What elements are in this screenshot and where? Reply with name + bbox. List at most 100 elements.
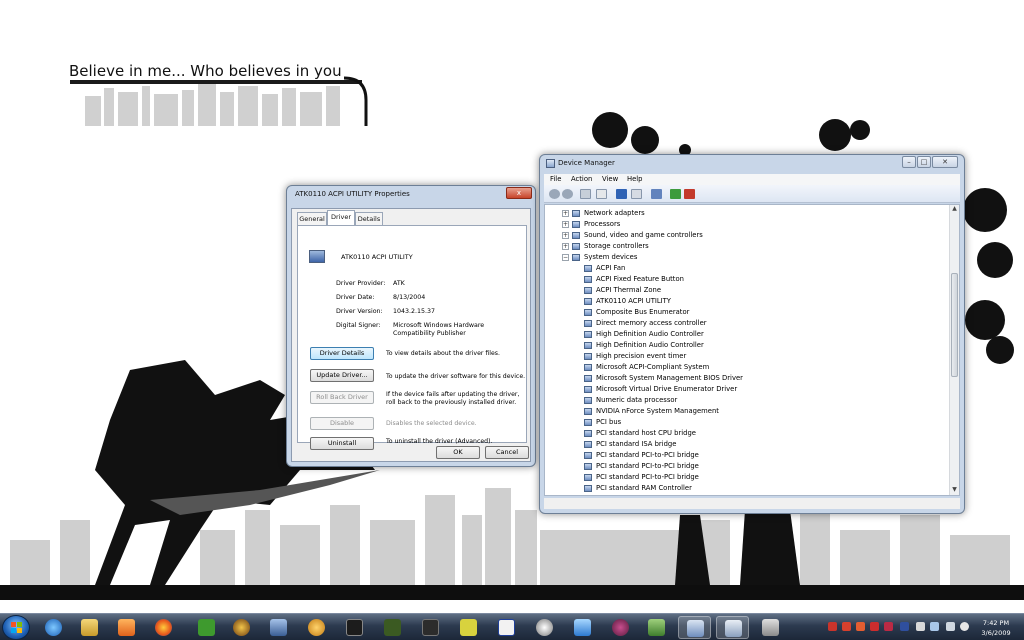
utorrent-icon (198, 619, 215, 636)
driver-date-label: Driver Date: (336, 294, 375, 301)
properties-icon[interactable] (580, 189, 591, 199)
tray-icon[interactable] (930, 622, 939, 631)
disable-button[interactable]: Disable (310, 417, 374, 430)
tray-icon[interactable] (916, 622, 925, 631)
taskbar-windows-explorer[interactable] (73, 616, 106, 639)
digital-signer-label: Digital Signer: (336, 322, 381, 329)
expand-icon[interactable]: + (562, 232, 569, 239)
device-label: ACPI Fan (596, 264, 626, 272)
taskbar-messenger[interactable] (300, 616, 333, 639)
clock-time[interactable]: 7:42 PM (972, 619, 1020, 627)
tray-icon[interactable] (856, 622, 865, 631)
taskbar-utorrent[interactable] (190, 616, 223, 639)
taskbar-game-3[interactable] (452, 616, 485, 639)
taskbar-settings[interactable] (528, 616, 561, 639)
menu-file[interactable]: File (550, 175, 561, 183)
game-icon (384, 619, 401, 636)
view-icon[interactable] (631, 189, 642, 199)
category-label: Network adapters (584, 209, 645, 217)
taskbar-game-1[interactable] (376, 616, 409, 639)
update-driver-description: To update the driver software for this d… (386, 373, 526, 380)
expand-icon[interactable]: + (562, 210, 569, 217)
device-icon (584, 419, 592, 426)
start-button[interactable] (2, 615, 30, 640)
taskbar-network[interactable] (262, 616, 295, 639)
menu-view[interactable]: View (602, 175, 618, 183)
device-label: ACPI Thermal Zone (596, 286, 661, 294)
device-label: Microsoft System Management BIOS Driver (596, 374, 743, 382)
taskbar-media[interactable] (490, 616, 523, 639)
taskbar-game-2[interactable] (414, 616, 447, 639)
device-manager-window: Device Manager – □ ✕ File Action View He… (539, 154, 965, 514)
menu-help[interactable]: Help (627, 175, 643, 183)
tab-details[interactable]: Details (355, 212, 383, 225)
game-icon (422, 619, 439, 636)
taskbar-steam[interactable] (338, 616, 371, 639)
tray-icon[interactable] (842, 622, 851, 631)
disable-description: Disables the selected device. (386, 420, 477, 427)
roll-back-driver-button[interactable]: Roll Back Driver (310, 391, 374, 404)
scroll-down-icon[interactable]: ▼ (950, 486, 959, 495)
driver-date-value: 8/13/2004 (393, 294, 426, 301)
device-icon (584, 342, 592, 349)
taskbar-itunes[interactable] (566, 616, 599, 639)
clock-date[interactable]: 3/6/2009 (972, 629, 1020, 637)
taskbar-printer[interactable] (754, 616, 787, 639)
forward-icon[interactable] (562, 189, 573, 199)
taskbar-media-player[interactable] (110, 616, 143, 639)
category-label: Sound, video and game controllers (584, 231, 703, 239)
windows-logo-icon (11, 622, 22, 633)
menu-bar: File Action View Help (544, 174, 960, 185)
roll-back-description: If the device fails after updating the d… (386, 391, 520, 406)
device-icon (584, 452, 592, 459)
tray-icon[interactable] (870, 622, 879, 631)
taskbar-properties-window[interactable] (716, 616, 749, 639)
steam-icon (346, 619, 363, 636)
vertical-scrollbar[interactable]: ▲ ▼ (949, 205, 959, 495)
taskbar: 7:42 PM 3/6/2009 (0, 613, 1024, 640)
update-driver-button[interactable]: Update Driver... (310, 369, 374, 382)
ok-button[interactable]: OK (436, 446, 480, 459)
tab-general[interactable]: General (297, 212, 327, 225)
scrollbar-thumb[interactable] (951, 273, 958, 377)
driver-properties-dialog: ATK0110 ACPI UTILITY Properties x Genera… (286, 185, 536, 467)
storage-icon (572, 243, 580, 250)
taskbar-app-1[interactable] (604, 616, 637, 639)
close-button[interactable]: x (506, 187, 532, 199)
device-label: Composite Bus Enumerator (596, 308, 690, 316)
tray-icon[interactable] (900, 622, 909, 631)
world-of-warcraft-icon (233, 619, 250, 636)
show-hide-icon[interactable] (596, 189, 607, 199)
driver-details-button[interactable]: Driver Details (310, 347, 374, 360)
tray-icon[interactable] (946, 622, 955, 631)
scroll-up-icon[interactable]: ▲ (950, 205, 959, 214)
expand-icon[interactable]: + (562, 221, 569, 228)
tray-icon[interactable] (884, 622, 893, 631)
tray-icon[interactable] (828, 622, 837, 631)
menu-action[interactable]: Action (571, 175, 592, 183)
taskbar-internet-explorer[interactable] (37, 616, 70, 639)
taskbar-app-2[interactable] (640, 616, 673, 639)
device-icon (584, 375, 592, 382)
device-manager-icon (687, 620, 704, 637)
device-label: PCI standard PCI-to-PCI bridge (596, 462, 699, 470)
uninstall-icon[interactable] (684, 189, 695, 199)
tab-driver[interactable]: Driver (327, 210, 355, 225)
taskbar-device-manager[interactable] (678, 616, 711, 639)
back-icon[interactable] (549, 189, 560, 199)
help-icon[interactable] (616, 189, 627, 199)
device-label: High precision event timer (596, 352, 687, 360)
collapse-icon[interactable]: − (562, 254, 569, 261)
update-driver-icon[interactable] (670, 189, 681, 199)
cancel-button[interactable]: Cancel (485, 446, 529, 459)
close-button[interactable]: ✕ (932, 156, 958, 168)
expand-icon[interactable]: + (562, 243, 569, 250)
uninstall-button[interactable]: Uninstall (310, 437, 374, 450)
scan-hardware-icon[interactable] (651, 189, 662, 199)
minimize-button[interactable]: – (902, 156, 916, 168)
device-label: PCI standard PCI-to-PCI bridge (596, 473, 699, 481)
volume-icon[interactable] (960, 622, 969, 631)
maximize-button[interactable]: □ (917, 156, 931, 168)
taskbar-world-of-warcraft[interactable] (225, 616, 258, 639)
taskbar-firefox[interactable] (147, 616, 180, 639)
